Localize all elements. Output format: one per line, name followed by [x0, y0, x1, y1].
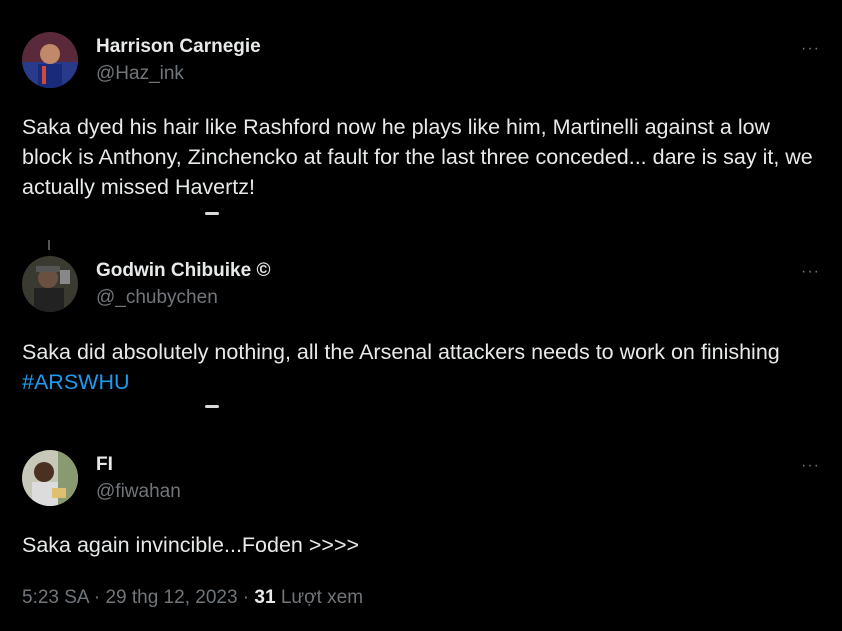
- thread-line: [48, 240, 50, 250]
- tweet-text: Saka again invincible...Foden >>>>: [22, 533, 360, 557]
- more-options-icon[interactable]: ···: [801, 458, 820, 474]
- author-name[interactable]: FI: [96, 454, 113, 476]
- divider-mark: [205, 405, 219, 408]
- tweet-date[interactable]: 29 thg 12, 2023: [105, 587, 237, 608]
- profile-photo-icon: [22, 450, 78, 506]
- author-name[interactable]: Harrison Carnegie: [96, 36, 261, 58]
- meta-separator: ·: [237, 587, 255, 608]
- profile-photo-icon: [22, 256, 78, 312]
- avatar[interactable]: [22, 256, 78, 312]
- tweet-card[interactable]: Harrison Carnegie @Haz_ink ··· Saka dyed…: [0, 0, 842, 215]
- tweet-meta: 5:23 SA · 29 thg 12, 2023 · 31 Lượt xem: [22, 587, 363, 609]
- author-handle[interactable]: @Haz_ink: [96, 63, 184, 85]
- avatar[interactable]: [22, 450, 78, 506]
- meta-separator: ·: [88, 587, 106, 608]
- hashtag-link[interactable]: #ARSWHU: [22, 370, 130, 394]
- more-options-icon[interactable]: ···: [801, 264, 820, 280]
- author-handle[interactable]: @fiwahan: [96, 481, 181, 503]
- tweet-card[interactable]: FI @fiwahan ··· Saka again invincible...…: [0, 414, 842, 631]
- tweet-time[interactable]: 5:23 SA: [22, 587, 89, 608]
- avatar[interactable]: [22, 32, 78, 88]
- tweet-text: Saka dyed his hair like Rashford now he …: [22, 115, 813, 199]
- tweet-card[interactable]: Godwin Chibuike © @_chubychen ··· Saka d…: [0, 222, 842, 408]
- view-count[interactable]: 31: [254, 587, 275, 608]
- profile-photo-icon: [22, 32, 78, 88]
- views-label: Lượt xem: [275, 587, 364, 608]
- divider-mark: [205, 212, 219, 215]
- author-name[interactable]: Godwin Chibuike ©: [96, 260, 270, 282]
- tweet-text-main: Saka did absolutely nothing, all the Ars…: [22, 340, 780, 364]
- more-options-icon[interactable]: ···: [801, 41, 820, 57]
- author-handle[interactable]: @_chubychen: [96, 287, 218, 309]
- tweet-text: Saka did absolutely nothing, all the Ars…: [22, 337, 822, 397]
